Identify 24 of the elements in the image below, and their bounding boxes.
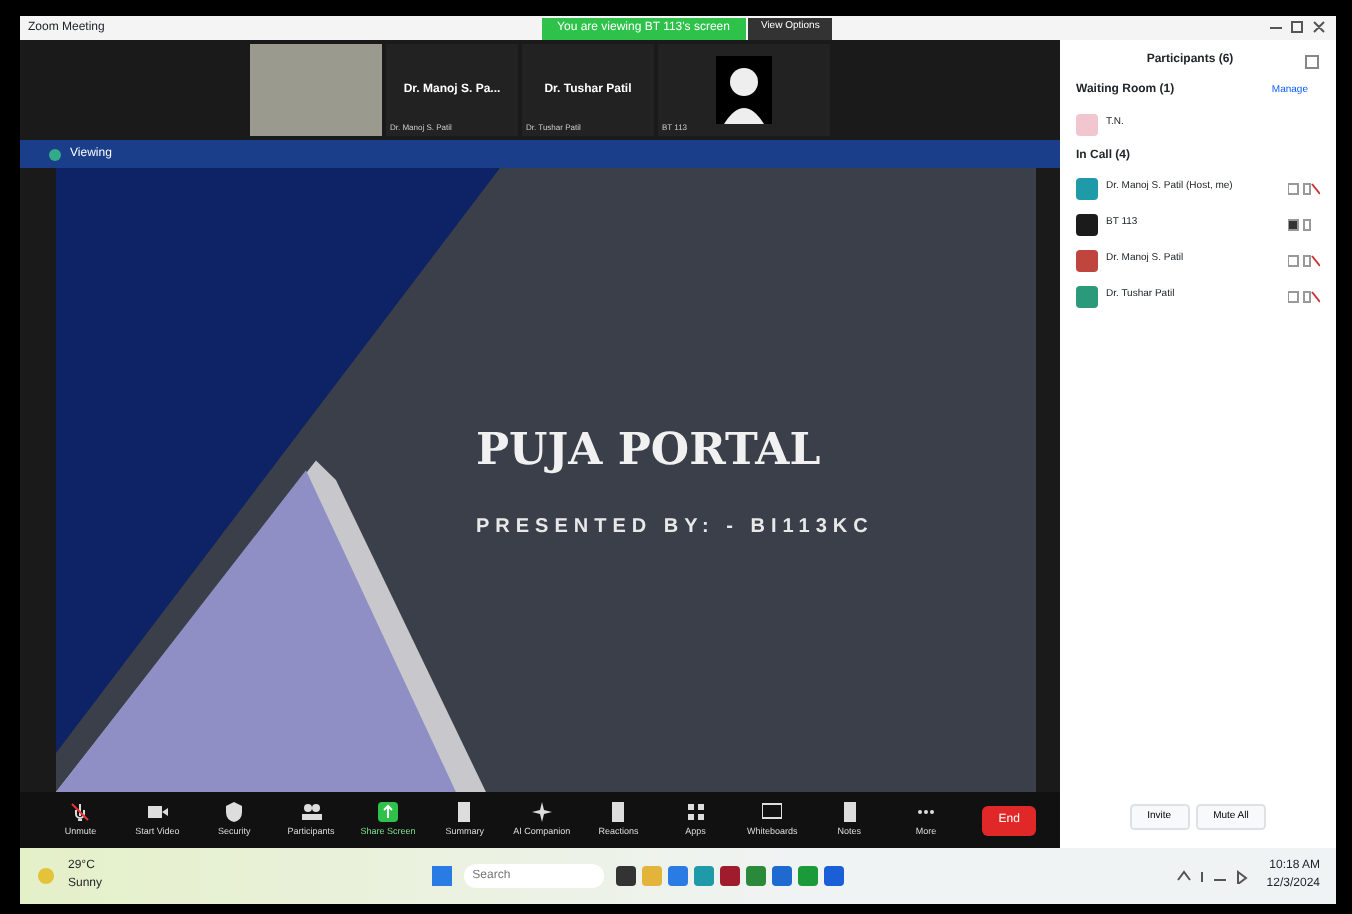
app-icon[interactable] bbox=[616, 866, 637, 886]
popout-icon[interactable] bbox=[1304, 53, 1320, 69]
sparkle-icon bbox=[531, 801, 552, 822]
video-camera-icon bbox=[147, 801, 168, 822]
video-icon[interactable] bbox=[1288, 181, 1320, 195]
whiteboard-icon bbox=[762, 801, 783, 822]
video-icon[interactable] bbox=[1288, 289, 1320, 303]
avatar-icon bbox=[716, 56, 772, 124]
start-icon[interactable] bbox=[432, 866, 453, 886]
document-icon bbox=[839, 801, 860, 822]
slide-subtitle: PRESENTED BY: - BI113KC bbox=[476, 514, 876, 542]
people-icon bbox=[301, 801, 322, 822]
share-icon bbox=[48, 147, 62, 161]
share-screen-icon bbox=[377, 801, 398, 822]
app-icon[interactable] bbox=[720, 866, 741, 886]
slide-title: PUJA PORTAL bbox=[476, 422, 823, 480]
shield-icon bbox=[224, 801, 245, 822]
app-icon[interactable] bbox=[824, 866, 845, 886]
grid-icon bbox=[685, 801, 706, 822]
document-icon bbox=[454, 801, 475, 822]
document-icon bbox=[608, 801, 629, 822]
photo-placeholder bbox=[250, 44, 382, 136]
window-controls-icon[interactable] bbox=[1268, 20, 1328, 36]
video-icon[interactable] bbox=[1288, 253, 1320, 267]
